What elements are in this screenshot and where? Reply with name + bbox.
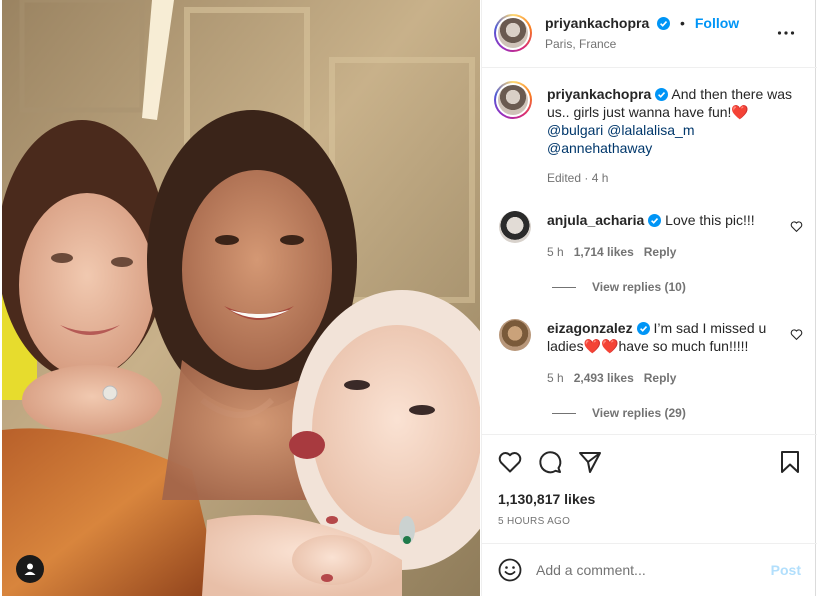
bottom-gap <box>0 596 817 600</box>
edited-label: Edited <box>547 171 582 185</box>
verified-icon <box>636 322 650 335</box>
comment-time[interactable]: 5 h <box>547 371 564 385</box>
post-timestamp[interactable]: 5 HOURS AGO <box>498 516 570 527</box>
more-horizontal-icon[interactable] <box>777 24 795 42</box>
caption-meta: Edited · 4 h <box>547 171 609 185</box>
comment-body: Love this pic!!! <box>665 212 755 228</box>
mention-link[interactable]: @bulgari <box>547 122 603 138</box>
comments-list[interactable]: priyankachopra And then there was us.. g… <box>482 69 817 434</box>
post-actions: 1,130,817 likes 5 HOURS AGO <box>482 434 817 544</box>
mention-link[interactable]: @annehathaway <box>547 140 652 156</box>
commenter-avatar[interactable] <box>499 211 531 243</box>
view-replies-label[interactable]: View replies (29) <box>592 406 686 420</box>
commenter-avatar[interactable] <box>499 319 531 351</box>
view-replies-label[interactable]: View replies (10) <box>592 280 686 294</box>
tagged-users-button[interactable] <box>16 555 44 583</box>
comment-likes[interactable]: 2,493 likes <box>574 371 634 385</box>
post-header: priyankachopra • Follow Paris, France <box>482 0 817 68</box>
commenter-username[interactable]: eizagonzalez <box>547 320 633 336</box>
caption-username[interactable]: priyankachopra <box>547 86 651 102</box>
comment-likes[interactable]: 1,714 likes <box>574 245 634 259</box>
comment-like-heart-icon[interactable] <box>790 328 803 341</box>
follow-button[interactable]: Follow <box>695 15 739 31</box>
post-photo[interactable] <box>2 0 480 596</box>
comment-text: anjula_acharia Love this pic!!! <box>547 211 777 229</box>
share-icon[interactable] <box>577 449 603 475</box>
comment-input[interactable] <box>536 559 756 581</box>
comment-text: eizagonzalez I’m sad I missed u ladies❤️… <box>547 319 777 355</box>
commenter-username[interactable]: anjula_acharia <box>547 212 644 228</box>
post-side-panel: priyankachopra • Follow Paris, France pr… <box>481 0 817 596</box>
add-comment-bar: Post <box>482 543 817 596</box>
replies-divider <box>552 287 576 289</box>
separator: • <box>680 15 685 31</box>
post-modal: priyankachopra • Follow Paris, France pr… <box>0 0 817 600</box>
view-replies-button[interactable]: View replies (10) <box>552 280 686 294</box>
user-icon <box>24 563 36 575</box>
comment-time[interactable]: 5 h <box>547 245 564 259</box>
verified-icon <box>657 17 671 30</box>
mention-link[interactable]: @lalalalisa_m <box>607 122 694 138</box>
comment-like-heart-icon[interactable] <box>790 220 803 233</box>
caption-text: priyankachopra And then there was us.. g… <box>547 85 797 157</box>
reply-button[interactable]: Reply <box>644 245 677 259</box>
caption-avatar[interactable] <box>494 81 532 119</box>
comment-meta: 5 h 1,714 likes Reply <box>547 245 676 259</box>
verified-icon <box>648 214 662 227</box>
verified-icon <box>655 88 669 101</box>
replies-divider <box>552 413 576 415</box>
comment-icon[interactable] <box>537 449 563 475</box>
selfie-image <box>2 0 480 596</box>
post-comment-button[interactable]: Post <box>771 562 801 578</box>
header-title-row: priyankachopra • Follow <box>545 15 739 31</box>
emoji-icon[interactable] <box>498 558 522 582</box>
post-likes-count[interactable]: 1,130,817 likes <box>498 491 595 507</box>
author-avatar[interactable] <box>494 14 532 52</box>
author-username[interactable]: priyankachopra <box>545 15 649 31</box>
reply-button[interactable]: Reply <box>644 371 677 385</box>
view-replies-button[interactable]: View replies (29) <box>552 406 686 420</box>
comment-meta: 5 h 2,493 likes Reply <box>547 371 676 385</box>
post-location[interactable]: Paris, France <box>545 37 616 51</box>
heart-icon[interactable] <box>497 449 523 475</box>
bookmark-icon[interactable] <box>777 449 803 475</box>
caption-time[interactable]: 4 h <box>592 171 609 185</box>
